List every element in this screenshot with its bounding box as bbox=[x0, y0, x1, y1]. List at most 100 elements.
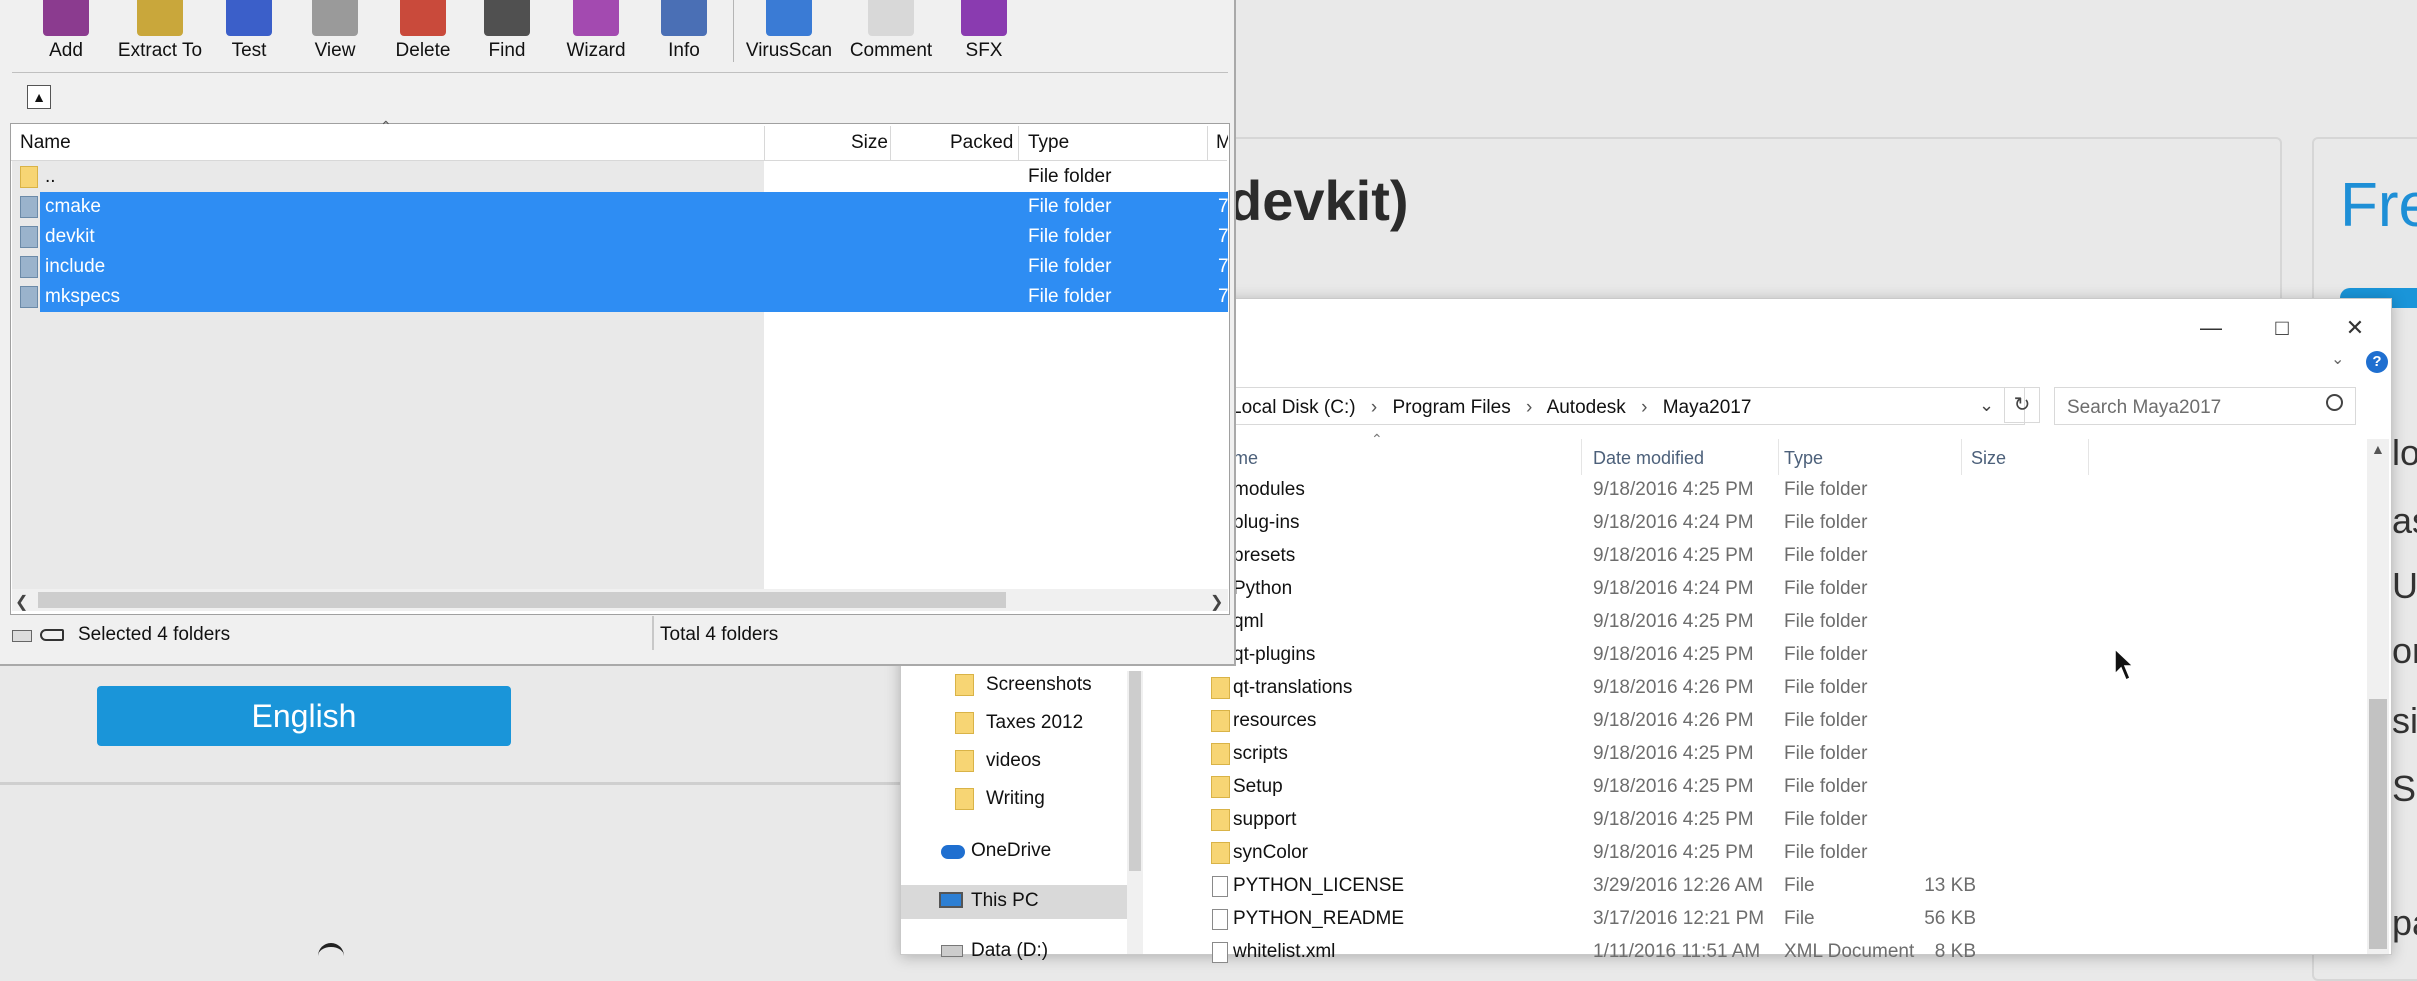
file-row[interactable]: qt-plugins 9/18/2016 4:25 PM File folder bbox=[1211, 640, 2361, 673]
nav-item-onedrive[interactable]: OneDrive bbox=[901, 835, 1127, 869]
archive-row-name: devkit bbox=[45, 226, 95, 247]
file-date-modified: 9/18/2016 4:25 PM bbox=[1593, 842, 1754, 863]
column-header-name[interactable]: Name bbox=[20, 132, 71, 154]
scroll-right-icon[interactable]: ❯ bbox=[1210, 592, 1223, 612]
archive-row[interactable]: devkit File folder 7 bbox=[12, 222, 1229, 252]
toolbar-info-button[interactable]: Info bbox=[660, 0, 708, 62]
archive-row[interactable]: cmake File folder 7 bbox=[12, 192, 1229, 222]
drive-icon bbox=[941, 945, 963, 957]
toolbar-comment-button[interactable]: Comment bbox=[843, 0, 939, 62]
breadcrumb-program-files[interactable]: Program Files bbox=[1392, 397, 1510, 418]
file-row[interactable]: support 9/18/2016 4:25 PM File folder bbox=[1211, 805, 2361, 838]
column-divider[interactable] bbox=[1207, 126, 1208, 160]
file-row[interactable]: scripts 9/18/2016 4:25 PM File folder bbox=[1211, 739, 2361, 772]
breadcrumb-separator-icon: › bbox=[1526, 397, 1533, 418]
nav-item-data-d[interactable]: Data (D:) bbox=[901, 935, 1127, 969]
archive-row[interactable]: .. File folder bbox=[12, 162, 1228, 192]
nav-item-writing[interactable]: Writing bbox=[901, 783, 1127, 817]
column-header-date-modified[interactable]: Date modified bbox=[1593, 448, 1704, 469]
file-row[interactable]: Python 9/18/2016 4:24 PM File folder bbox=[1211, 574, 2361, 607]
scroll-up-icon[interactable]: ▲ bbox=[2371, 441, 2385, 457]
breadcrumb-maya2017[interactable]: Maya2017 bbox=[1663, 397, 1752, 418]
nav-scrollbar[interactable] bbox=[1127, 671, 1143, 954]
toolbar-extract-to-button[interactable]: Extract To bbox=[110, 0, 210, 62]
file-list-scrollbar-thumb[interactable] bbox=[2369, 699, 2387, 949]
file-name: scripts bbox=[1233, 743, 1288, 764]
column-divider[interactable] bbox=[1018, 126, 1019, 160]
column-header-modified[interactable]: M bbox=[1216, 132, 1228, 154]
toolbar-add-button[interactable]: Add bbox=[24, 0, 108, 62]
expand-ribbon-icon[interactable]: ⌄ bbox=[2331, 349, 2344, 369]
column-divider[interactable] bbox=[1961, 439, 1962, 475]
folder-icon bbox=[955, 712, 974, 734]
path-bar[interactable] bbox=[60, 82, 1228, 112]
refresh-button[interactable]: ↻ bbox=[2004, 387, 2040, 423]
toolbar-label: Add bbox=[49, 40, 83, 61]
file-date-modified: 9/18/2016 4:25 PM bbox=[1593, 611, 1754, 632]
column-divider[interactable] bbox=[764, 126, 765, 160]
folder-icon bbox=[20, 286, 38, 308]
file-row[interactable]: synColor 9/18/2016 4:25 PM File folder bbox=[1211, 838, 2361, 871]
scroll-left-icon[interactable]: ❮ bbox=[15, 592, 28, 612]
column-divider[interactable] bbox=[1778, 439, 1779, 475]
toolbar-view-button[interactable]: View bbox=[299, 0, 371, 62]
toolbar-delete-button[interactable]: Delete bbox=[393, 0, 453, 62]
toolbar-label: Comment bbox=[849, 40, 933, 61]
horizontal-scrollbar-thumb[interactable] bbox=[38, 592, 1006, 608]
file-type: File folder bbox=[1784, 644, 1868, 665]
toolbar-test-button[interactable]: Test bbox=[223, 0, 275, 62]
column-header-size[interactable]: Size bbox=[851, 132, 888, 154]
toolbar-find-button[interactable]: Find bbox=[472, 0, 542, 62]
file-row[interactable]: whitelist.xml 1/11/2016 11:51 AM XML Docum… bbox=[1211, 937, 2361, 970]
divider bbox=[0, 782, 900, 785]
folder-icon bbox=[1211, 710, 1230, 732]
file-date-modified: 1/11/2016 11:51 AM bbox=[1593, 941, 1761, 962]
breadcrumb-separator-icon: › bbox=[1370, 397, 1378, 418]
column-divider[interactable] bbox=[2088, 439, 2089, 475]
key-icon bbox=[40, 629, 64, 641]
file-row[interactable]: modules 9/18/2016 4:25 PM File folder bbox=[1211, 475, 2361, 508]
column-header-packed[interactable]: Packed bbox=[950, 132, 1013, 154]
file-row[interactable]: PYTHON_README 3/17/2016 12:21 PM File 56 KB bbox=[1211, 904, 2361, 937]
column-header-type[interactable]: Type bbox=[1784, 448, 1823, 469]
address-dropdown-icon[interactable]: ⌄ bbox=[1979, 395, 1994, 416]
web-heading: devkit) bbox=[1228, 169, 1409, 232]
column-header-type[interactable]: Type bbox=[1028, 132, 1069, 154]
archive-row[interactable]: include File folder 7 bbox=[12, 252, 1229, 282]
nav-item-videos[interactable]: videos bbox=[901, 745, 1127, 779]
english-button[interactable]: English bbox=[97, 686, 511, 746]
file-type: File folder bbox=[1784, 776, 1868, 797]
column-header-size[interactable]: Size bbox=[1971, 448, 2006, 469]
toolbar-sfx-button[interactable]: SFX bbox=[960, 0, 1008, 62]
file-row[interactable]: resources 9/18/2016 4:26 PM File folder bbox=[1211, 706, 2361, 739]
toolbar-virusscan-button[interactable]: VirusScan bbox=[744, 0, 834, 62]
breadcrumb-autodesk[interactable]: Autodesk bbox=[1547, 397, 1626, 418]
breadcrumb-local-disk[interactable]: Local Disk (C:) bbox=[1231, 397, 1356, 418]
nav-item-this-pc[interactable]: This PC bbox=[901, 885, 1127, 919]
archive-row[interactable]: mkspecs File folder 7 bbox=[12, 282, 1229, 312]
view-icon bbox=[312, 0, 358, 36]
up-one-level-icon[interactable]: ▲ bbox=[27, 85, 51, 109]
nav-item-screenshots[interactable]: Screenshots bbox=[901, 669, 1127, 703]
close-button[interactable]: ✕ bbox=[2335, 315, 2375, 341]
column-divider[interactable] bbox=[1581, 439, 1582, 475]
file-row[interactable]: Setup 9/18/2016 4:25 PM File folder bbox=[1211, 772, 2361, 805]
toolbar-wizard-button[interactable]: Wizard bbox=[556, 0, 636, 62]
file-name: presets bbox=[1233, 545, 1296, 566]
file-row[interactable]: PYTHON_LICENSE 3/29/2016 12:26 AM File 13 K… bbox=[1211, 871, 2361, 904]
folder-icon bbox=[955, 788, 974, 810]
file-row[interactable]: presets 9/18/2016 4:25 PM File folder bbox=[1211, 541, 2361, 574]
file-type: File bbox=[1784, 875, 1815, 896]
file-row[interactable]: qt-translations 9/18/2016 4:26 PM File fol… bbox=[1211, 673, 2361, 706]
minimize-button[interactable]: — bbox=[2191, 315, 2231, 341]
column-header-name[interactable]: me bbox=[1233, 448, 1258, 469]
help-icon[interactable]: ? bbox=[2366, 351, 2388, 373]
file-row[interactable]: plug-ins 9/18/2016 4:24 PM File folder bbox=[1211, 508, 2361, 541]
nav-item-label: This PC bbox=[971, 890, 1039, 911]
folder-icon bbox=[20, 226, 38, 248]
nav-item-taxes-2012[interactable]: Taxes 2012 bbox=[901, 707, 1127, 741]
file-row[interactable]: qml 9/18/2016 4:25 PM File folder bbox=[1211, 607, 2361, 640]
maximize-button[interactable]: □ bbox=[2262, 315, 2302, 341]
column-divider[interactable] bbox=[890, 126, 891, 160]
nav-scrollbar-thumb[interactable] bbox=[1129, 671, 1141, 871]
